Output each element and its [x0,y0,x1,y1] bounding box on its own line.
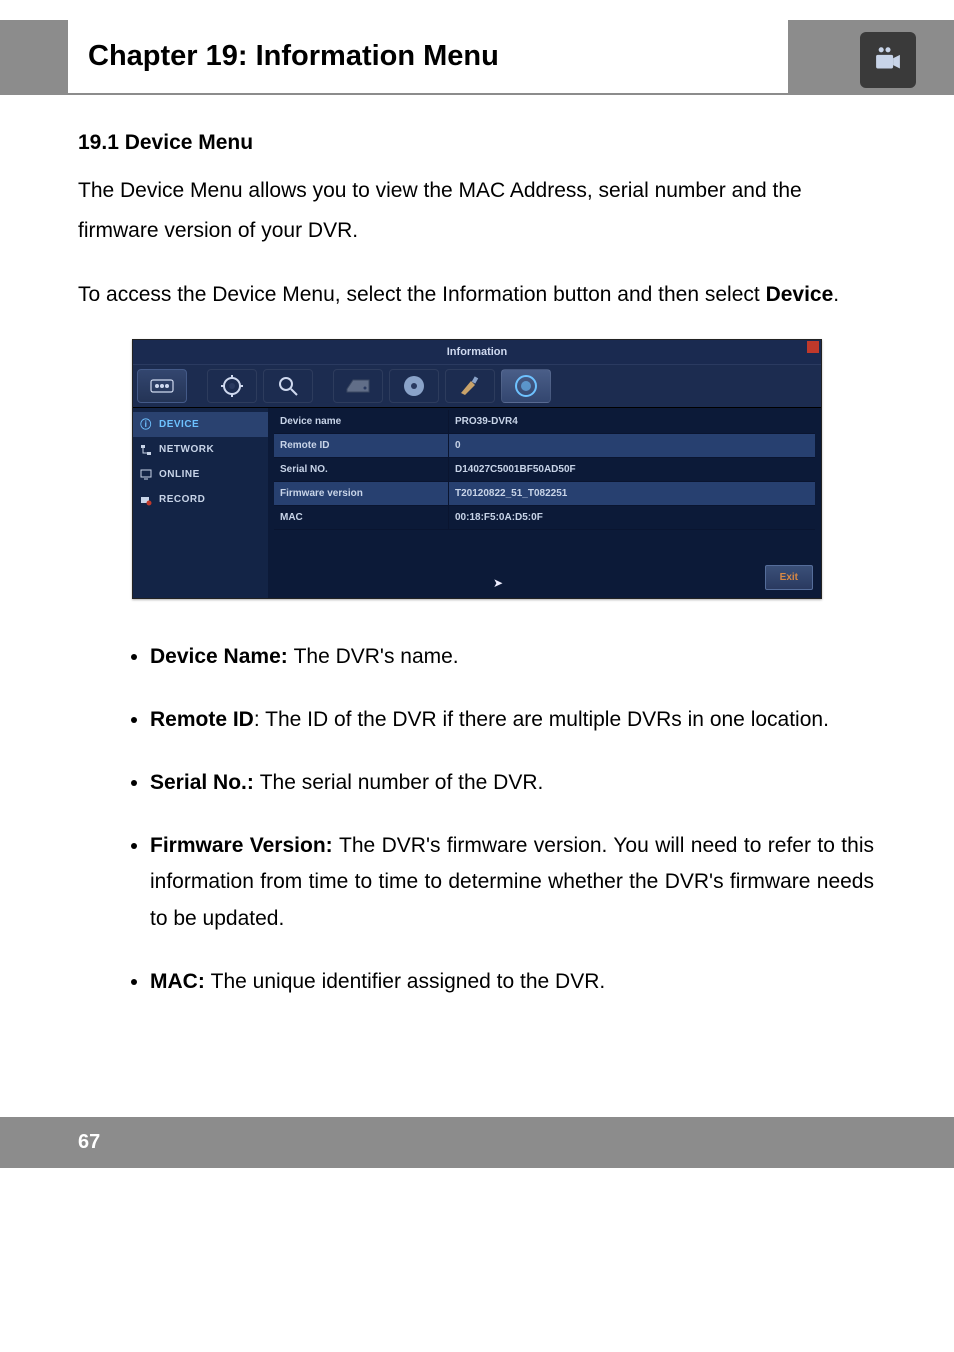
toolbar [133,365,821,408]
bullet-text: The serial number of the DVR. [260,771,544,794]
info-value: D14027C5001BF50AD50F [449,458,815,481]
info-label: Firmware version [274,482,449,505]
info-row-device-name: Device name PRO39-DVR4 [274,410,815,434]
window-body: ⓘ DEVICE NETWORK ONLINE [133,408,821,598]
info-value: 0 [449,434,815,457]
info-panel: Device name PRO39-DVR4 Remote ID 0 Seria… [268,408,821,598]
bullet-term: Serial No.: [150,771,260,794]
field-descriptions: Device Name: The DVR's name. Remote ID: … [78,639,876,1000]
section-heading: 19.1 Device Menu [78,123,876,163]
sidebar-item-online[interactable]: ONLINE [133,462,268,487]
record-icon [139,493,153,507]
info-value: 00:18:F5:0A:D5:0F [449,506,815,529]
bullet-device-name: Device Name: The DVR's name. [150,639,876,676]
info-row-serial: Serial NO. D14027C5001BF50AD50F [274,458,815,482]
toolbar-info-icon[interactable] [501,369,551,403]
info-value: T20120822_51_T082251 [449,482,815,505]
bullet-serial-no: Serial No.: The serial number of the DVR… [150,765,876,802]
intro-paragraph-2: To access the Device Menu, select the In… [78,275,876,315]
sidebar-label: DEVICE [159,415,199,434]
toolbar-tools-icon[interactable] [445,369,495,403]
toolbar-drive-icon[interactable] [333,369,383,403]
camera-icon [860,32,916,88]
bullet-term: Device Name: [150,645,294,668]
close-icon[interactable] [807,341,819,353]
info-row-remote-id: Remote ID 0 [274,434,815,458]
toolbar-disc-icon[interactable] [389,369,439,403]
bullet-mac: MAC: The unique identifier assigned to t… [150,964,876,1001]
bullet-text: : The ID of the DVR if there are multipl… [254,708,829,731]
bullet-term: MAC: [150,970,211,993]
info-label: Remote ID [274,434,449,457]
info-label: Device name [274,410,449,433]
cursor-icon: ➤ [493,572,503,595]
info-label: MAC [274,506,449,529]
chapter-title: Chapter 19: Information Menu [68,20,788,93]
window-titlebar: Information [133,340,821,366]
bullet-term: Firmware Version: [150,834,339,857]
page-content: 19.1 Device Menu The Device Menu allows … [0,95,954,1067]
chapter-header: Chapter 19: Information Menu [0,0,954,95]
window-title: Information [447,346,508,358]
sidebar-item-network[interactable]: NETWORK [133,437,268,462]
bullet-remote-id: Remote ID: The ID of the DVR if there ar… [150,702,876,739]
para2-part-b: Device [766,283,834,306]
monitor-icon [139,468,153,482]
page-footer: 67 [0,1117,954,1168]
sidebar-label: NETWORK [159,440,214,459]
bullet-firmware-version: Firmware Version: The DVR's firmware ver… [150,828,876,938]
info-icon: ⓘ [139,418,153,432]
toolbar-search-icon[interactable] [263,369,313,403]
exit-button[interactable]: Exit [765,565,813,590]
info-value: PRO39-DVR4 [449,410,815,433]
page-number: 67 [78,1131,100,1153]
para2-part-c: . [833,283,839,306]
sidebar-label: RECORD [159,490,205,509]
intro-paragraph-1: The Device Menu allows you to view the M… [78,171,876,251]
bullet-text: The DVR's name. [294,645,459,668]
sidebar-item-device[interactable]: ⓘ DEVICE [133,412,268,437]
info-label: Serial NO. [274,458,449,481]
bullet-term: Remote ID [150,708,254,731]
sidebar: ⓘ DEVICE NETWORK ONLINE [133,408,268,598]
info-row-firmware: Firmware version T20120822_51_T082251 [274,482,815,506]
network-icon [139,443,153,457]
sidebar-label: ONLINE [159,465,200,484]
dvr-information-window: Information [132,339,822,600]
toolbar-gear-icon[interactable] [207,369,257,403]
para2-part-a: To access the Device Menu, select the In… [78,283,766,306]
bullet-text: The unique identifier assigned to the DV… [211,970,606,993]
info-row-mac: MAC 00:18:F5:0A:D5:0F [274,506,815,530]
toolbar-icon-1[interactable] [137,369,187,403]
sidebar-item-record[interactable]: RECORD [133,487,268,512]
